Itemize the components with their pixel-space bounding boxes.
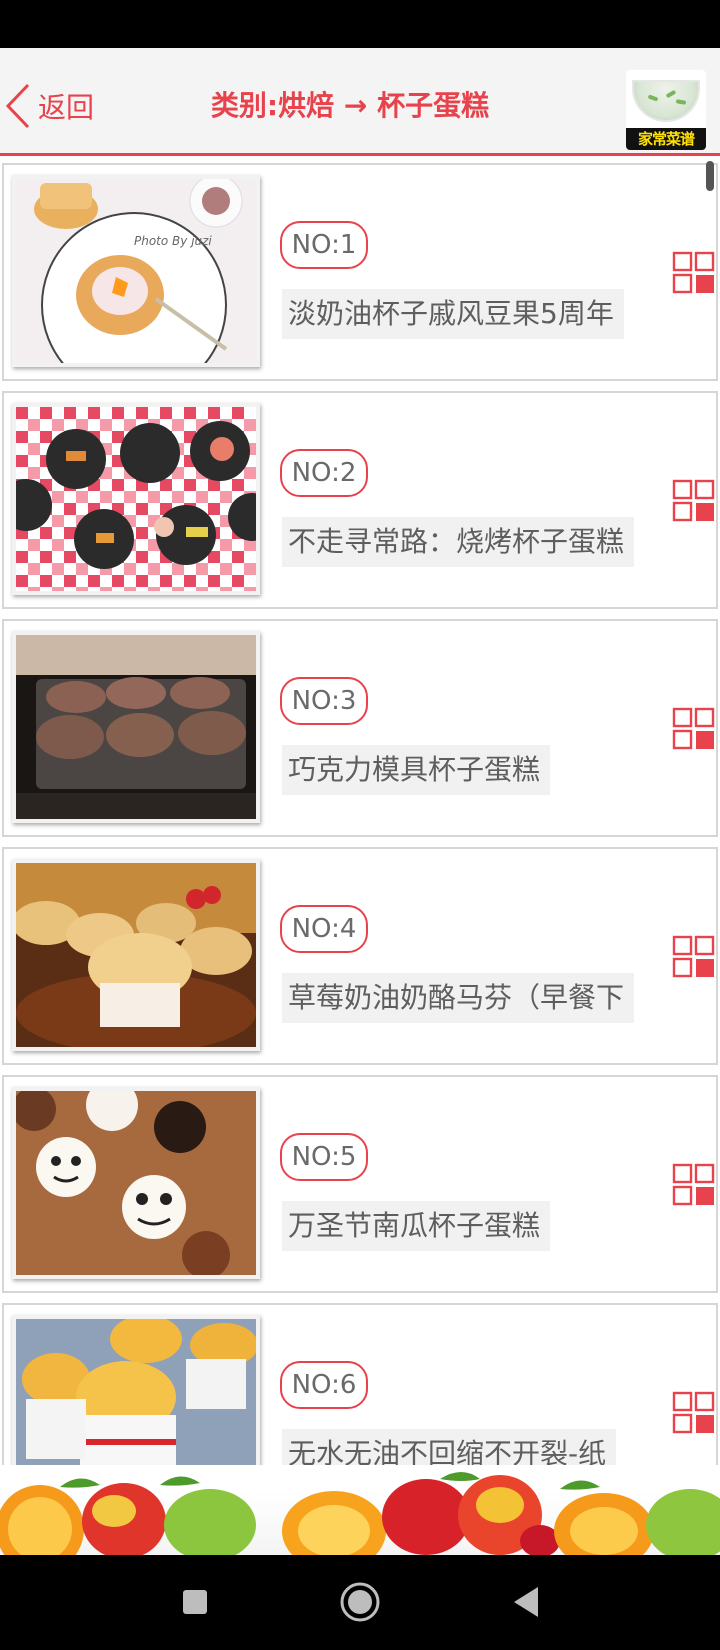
recipe-number-badge: NO:3 (280, 677, 368, 725)
recipe-number-badge: NO:4 (280, 905, 368, 953)
header: 返回 类别:烘焙 → 杯子蛋糕 家常菜谱 (0, 48, 720, 156)
soup-bowl-image (632, 80, 700, 122)
back-label: 返回 (38, 91, 95, 124)
recipe-number-badge: NO:6 (280, 1361, 368, 1409)
square-icon[interactable] (172, 1579, 218, 1625)
recipe-number-badge: NO:2 (280, 449, 368, 497)
recipe-thumbnail[interactable]: Photo By juzi (12, 175, 260, 367)
svg-text:Photo By juzi: Photo By juzi (134, 234, 212, 248)
grid-icon[interactable] (672, 707, 716, 751)
system-nav-bar (0, 1555, 720, 1650)
recipe-thumbnail[interactable] (12, 859, 260, 1051)
status-bar (0, 0, 720, 48)
grid-icon[interactable] (672, 1163, 716, 1207)
recipe-thumbnail[interactable] (12, 631, 260, 823)
halloween-cupcake-photo (16, 1091, 256, 1275)
recipe-card[interactable]: NO:6 无水无油不回缩不开裂-纸 (2, 1303, 718, 1465)
recipe-thumbnail[interactable] (12, 403, 260, 595)
recipe-card[interactable]: NO:2 不走寻常路：烧烤杯子蛋糕 (2, 391, 718, 609)
paper-cup-cake-photo (16, 1319, 256, 1465)
back-button[interactable]: 返回 (4, 83, 95, 129)
fruit-banner (0, 1465, 720, 1555)
recipe-thumbnail[interactable] (12, 1087, 260, 1279)
recipe-list[interactable]: Photo By juzi NO:1 淡奶油杯子戚风豆果5周年 NO:2 不走寻… (0, 159, 720, 1465)
grid-icon[interactable] (672, 1391, 716, 1435)
recipe-name[interactable]: 万圣节南瓜杯子蛋糕 (282, 1201, 551, 1251)
cake-roll-photo: Photo By juzi (16, 179, 256, 363)
recipe-name[interactable]: 草莓奶油奶酪马芬（早餐下 (282, 973, 635, 1023)
chevron-left-icon (5, 83, 30, 129)
strawberry-muffin-photo (16, 863, 256, 1047)
triangle-icon[interactable] (502, 1579, 548, 1625)
grid-icon[interactable] (672, 479, 716, 523)
recipe-number-badge: NO:5 (280, 1133, 368, 1181)
recipe-name[interactable]: 不走寻常路：烧烤杯子蛋糕 (282, 517, 635, 567)
circle-icon[interactable] (337, 1579, 383, 1625)
logo-text: 家常菜谱 (626, 128, 706, 150)
app-logo[interactable]: 家常菜谱 (626, 70, 706, 150)
recipe-name[interactable]: 淡奶油杯子戚风豆果5周年 (282, 289, 624, 339)
recipe-name[interactable]: 无水无油不回缩不开裂-纸 (282, 1429, 617, 1465)
recipe-card[interactable]: NO:4 草莓奶油奶酪马芬（早餐下 (2, 847, 718, 1065)
grid-icon[interactable] (672, 251, 716, 295)
recipe-thumbnail[interactable] (12, 1315, 260, 1465)
bbq-cupcake-photo (16, 407, 256, 591)
grid-icon[interactable] (672, 935, 716, 979)
recipe-number-badge: NO:1 (280, 221, 368, 269)
scrollbar[interactable] (706, 161, 714, 191)
recipe-card[interactable]: NO:5 万圣节南瓜杯子蛋糕 (2, 1075, 718, 1293)
chocolate-cupcake-oven-photo (16, 635, 256, 819)
recipe-card[interactable]: Photo By juzi NO:1 淡奶油杯子戚风豆果5周年 (2, 163, 718, 381)
fruit-decoration (0, 1472, 720, 1555)
page-title: 类别:烘焙 → 杯子蛋糕 (210, 89, 490, 122)
recipe-card[interactable]: NO:3 巧克力模具杯子蛋糕 (2, 619, 718, 837)
recipe-name[interactable]: 巧克力模具杯子蛋糕 (282, 745, 551, 795)
